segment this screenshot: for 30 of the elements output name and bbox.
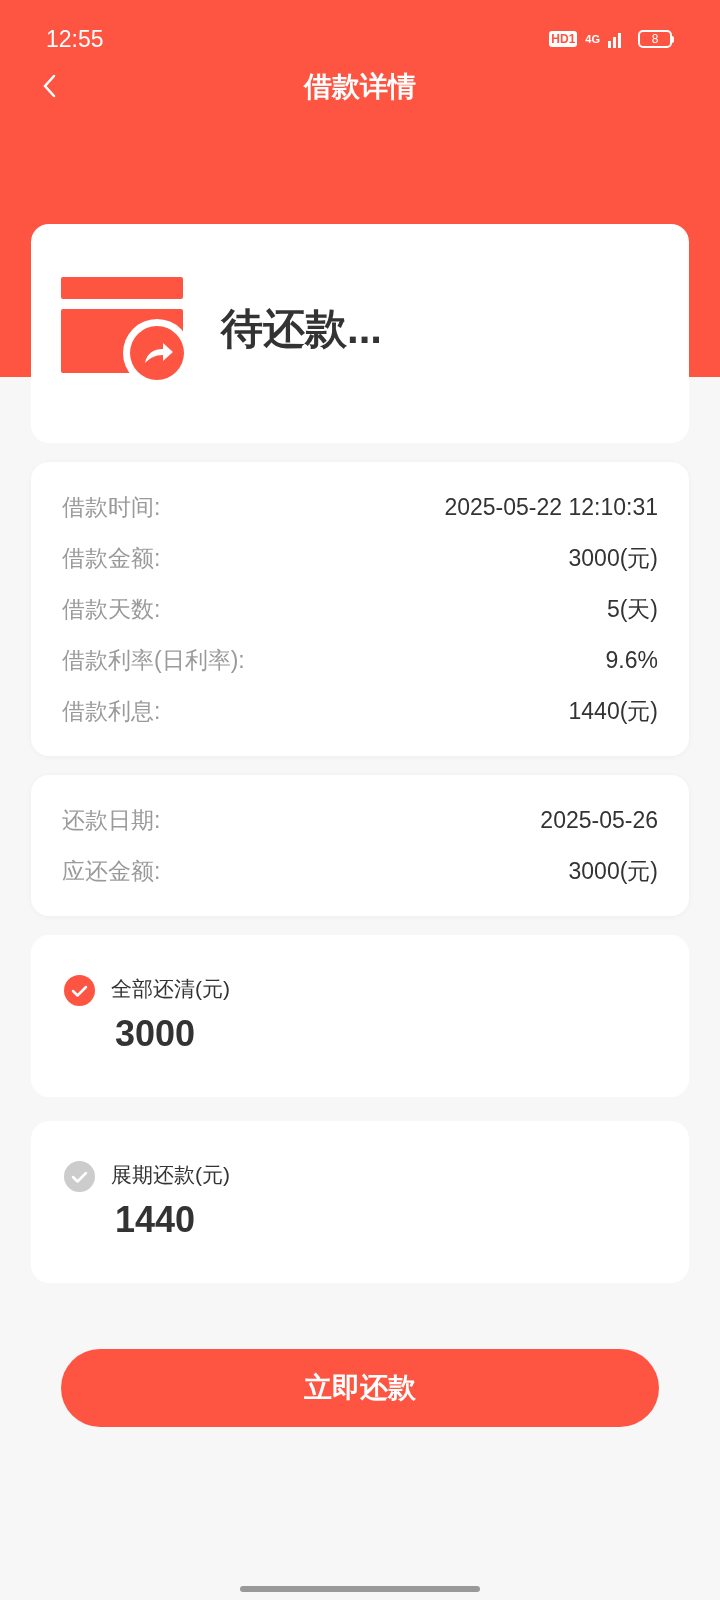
detail-label: 借款时间: [62,492,161,522]
check-icon[interactable] [64,975,95,1006]
battery-icon: 8 [638,30,672,48]
hd-badge: HD1 [549,31,578,47]
status-time: 12:55 [46,24,104,54]
detail-value: 9.6% [605,645,658,675]
detail-label: 借款利息: [62,696,161,726]
option-label: 全部还清(元) [111,976,230,1002]
status-text: 待还款... [221,304,382,354]
detail-label: 借款利率(日利率): [62,645,245,675]
page-title: 借款详情 [304,70,416,104]
detail-value: 3000(元) [568,856,658,886]
detail-value: 1440(元) [568,696,658,726]
check-icon[interactable] [64,1161,95,1192]
detail-label: 借款金额: [62,543,161,573]
back-icon [42,74,56,98]
detail-value: 3000(元) [568,543,658,573]
detail-value: 2025-05-22 12:10:31 [444,492,658,522]
option-label: 展期还款(元) [111,1162,230,1188]
detail-value: 5(天) [606,594,658,624]
option-amount: 3000 [115,1011,197,1056]
detail-label: 还款日期: [62,805,161,835]
detail-label: 借款天数: [62,594,161,624]
detail-value: 2025-05-26 [540,805,658,835]
network-label: 4G [585,31,600,47]
repay-option-card[interactable]: 展期还款(元) 1440 [31,1121,689,1283]
detail-label: 应还金额: [62,856,161,886]
option-amount: 1440 [115,1197,197,1242]
signal-icon [608,30,624,48]
repay-option-card[interactable]: 全部还清(元) 3000 [31,935,689,1097]
